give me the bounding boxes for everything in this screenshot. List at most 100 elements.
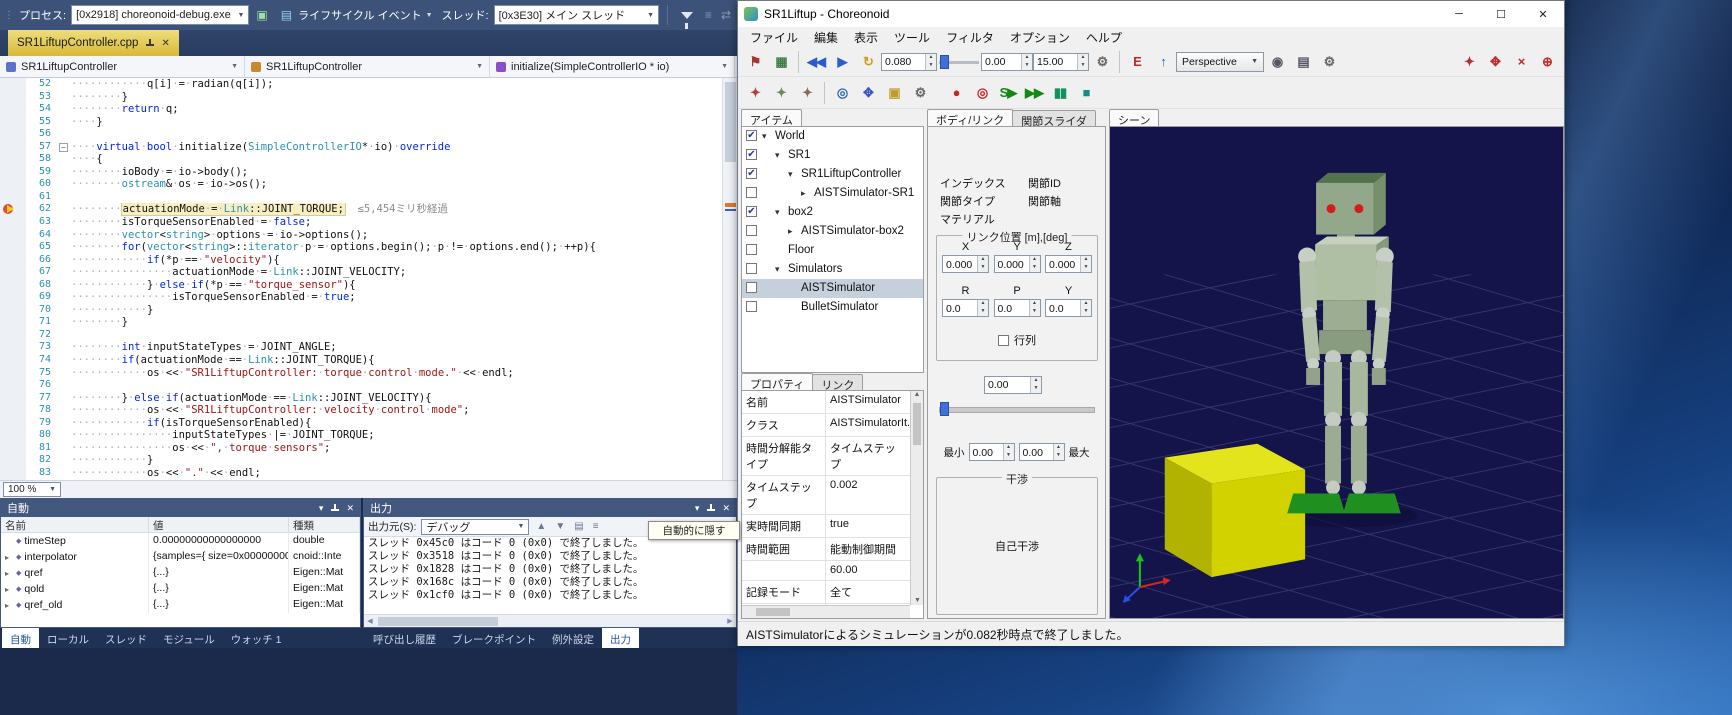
code-line[interactable]: 80················inputStateTypes·|=·JOI… [0,429,722,442]
project-combo[interactable]: SR1LiftupController ▼ [0,56,245,77]
tree-expander-open-icon[interactable]: ▾ [775,207,780,218]
code-text[interactable]: ············} [71,454,722,467]
breakpoint-gutter[interactable] [0,329,26,342]
item-checkbox[interactable]: ✔ [746,168,757,179]
code-text[interactable]: ········for(vector<string>::iterator·p·=… [71,241,722,254]
spin-up-icon[interactable]: ▲ [1030,256,1040,264]
translate-icon[interactable]: ✥ [855,81,881,105]
watch-row[interactable]: ▸◆qold{...}Eigen::Mat [1,581,360,597]
matrix-checkbox[interactable] [998,335,1009,346]
attach-process-icon[interactable]: ▣ [254,8,269,22]
item-checkbox[interactable] [746,225,757,236]
code-text[interactable]: ········isTorqueSensorEnabled·=·false; [71,216,722,229]
toggle-wrap-icon[interactable]: ≡ [591,521,601,532]
fold-gutter[interactable] [58,279,71,292]
spin-up-icon[interactable]: ▲ [1081,300,1091,308]
resume-simulation-icon[interactable]: ▶▶ [1021,81,1047,105]
property-row[interactable]: クラスAISTSimulatorIt.. [742,414,910,437]
tab-scene-0[interactable]: シーン [1109,109,1159,126]
property-row[interactable]: 60.00 [742,561,910,581]
watch-value-cell[interactable]: {...} [149,565,289,581]
property-value[interactable]: 全て [826,581,910,603]
tree-item[interactable]: BulletSimulator [742,298,923,317]
spin-up-icon[interactable]: ▲ [1031,377,1041,385]
tab-body-1[interactable]: 関節スライダ [1012,110,1096,126]
expand-icon[interactable]: ▸ [5,569,13,578]
watch-row[interactable]: ▸◆qref{...}Eigen::Mat [1,565,360,581]
code-text[interactable]: ····} [71,116,722,129]
code-line[interactable]: 66············if(*p·==·"velocity"){ [0,254,722,267]
breakpoint-gutter[interactable] [0,78,26,91]
code-editor[interactable]: 52············q[i]·=·radian(q[i]);53····… [0,78,737,480]
breakpoint-gutter[interactable] [0,291,26,304]
code-text[interactable]: ········}·else·if(actuationMode·==·Link:… [71,392,722,405]
tree-item[interactable]: ✔▾SR1 [742,146,923,165]
fold-gutter[interactable] [58,442,71,455]
watch-tab-2[interactable]: スレッド [97,628,155,648]
tree-item[interactable]: ▾Simulators [742,260,923,279]
process-combo[interactable]: [0x2918] choreonoid-debug.exe ▼ [71,5,249,25]
breakpoint-gutter[interactable] [0,203,26,216]
fold-gutter[interactable] [58,128,71,141]
window-menu-icon[interactable]: ▾ [695,503,700,514]
thread-combo[interactable]: [0x3E30] メイン スレッド ▼ [494,5,659,25]
breakpoint-gutter[interactable] [0,354,26,367]
code-text[interactable]: ········if(actuationMode·==·Link::JOINT_… [71,354,722,367]
tree-expander-closed-icon[interactable]: ▸ [788,226,793,237]
scene-3d-render[interactable] [1110,127,1563,618]
clear-all-icon[interactable]: ▤ [572,521,585,532]
link-pos-x-spin-arrows[interactable]: ▲▼ [977,256,988,272]
watch-value-cell[interactable]: 0.00000000000000000 [149,533,289,549]
time-start-spin-arrows[interactable]: ▲▼ [1021,54,1032,70]
spin-up-icon[interactable]: ▲ [1054,444,1064,452]
switch-frames-icon[interactable]: ⇄ [719,8,733,22]
joint-value-spin-arrows[interactable]: ▲▼ [1030,377,1041,393]
breakpoint-gutter[interactable] [0,454,26,467]
next-message-icon[interactable]: ▼ [553,521,567,532]
property-value[interactable]: 能動制御期間 [826,538,910,560]
fold-gutter[interactable] [58,203,71,216]
code-text[interactable]: ········vector<string>·options·=·io->opt… [71,229,722,242]
item-checkbox[interactable] [746,263,757,274]
item-checkbox[interactable] [746,187,757,198]
close-icon[interactable]: ✕ [161,38,169,49]
range-min-spin-arrows[interactable]: ▲▼ [1003,444,1014,460]
code-line[interactable]: 59········ioBody·=·io->body(); [0,166,722,179]
range-max-spin[interactable]: 0.00▲▼ [1019,443,1065,461]
fold-gutter[interactable] [58,216,71,229]
breakpoint-gutter[interactable] [0,392,26,405]
record-icon[interactable]: ● [943,81,969,105]
spin-down-icon[interactable]: ▼ [926,62,936,70]
link-rot-p-spin[interactable]: 0.0▲▼ [994,299,1041,317]
breakpoint-gutter[interactable] [0,166,26,179]
code-text[interactable]: ········} [71,316,722,329]
spin-down-icon[interactable]: ▼ [1031,385,1041,393]
duplicate-icon[interactable]: ▣ [881,81,907,105]
code-line[interactable]: 77········}·else·if(actuationMode·==·Lin… [0,392,722,405]
snapshot-icon[interactable]: ◎ [969,81,995,105]
breakpoint-gutter[interactable] [0,341,26,354]
code-line[interactable]: 54········return·q; [0,103,722,116]
spin-down-icon[interactable]: ▼ [1078,62,1088,70]
breakpoint-gutter[interactable] [0,279,26,292]
property-row[interactable]: 名前AISTSimulator [742,391,910,414]
watch-name-cell[interactable]: ▸◆interpolator [1,549,149,565]
tree-item[interactable]: AISTSimulator [742,279,923,298]
flag-threads-icon[interactable]: ≡ [703,8,714,22]
tree-expander-open-icon[interactable]: ▾ [775,150,780,161]
time-spin-arrows[interactable]: ▲▼ [925,54,936,70]
tree-item[interactable]: ▸AISTSimulator-box2 [742,222,923,241]
spin-up-icon[interactable]: ▲ [1078,54,1088,62]
close-button[interactable]: ✕ [1522,1,1564,27]
code-line[interactable]: 68············}·else·if(*p·==·"torque_se… [0,279,722,292]
menu-item-3[interactable]: ツール [886,29,938,46]
window-menu-icon[interactable]: ▾ [319,503,324,514]
auto-hide-pin-icon[interactable] [706,504,715,513]
spin-up-icon[interactable]: ▲ [978,300,988,308]
output-tab-1[interactable]: ブレークポイント [444,628,544,648]
range-max-spin-arrows[interactable]: ▲▼ [1053,444,1064,460]
code-line[interactable]: 56 [0,128,722,141]
code-line[interactable]: 57–····virtual·bool·initialize(SimpleCon… [0,141,722,154]
code-line[interactable]: 71········} [0,316,722,329]
breakpoint-gutter[interactable] [0,128,26,141]
